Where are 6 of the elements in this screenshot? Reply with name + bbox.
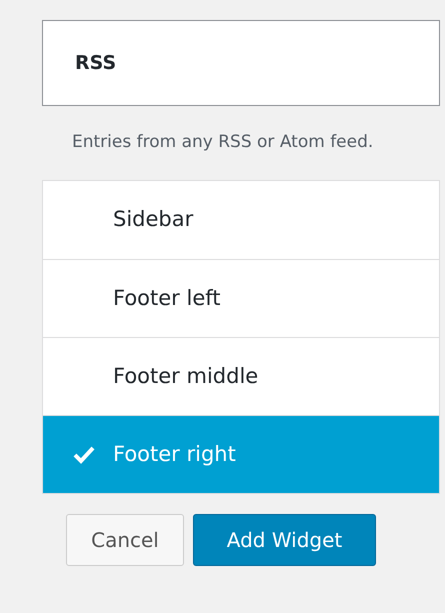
checkmark-icon [73,444,95,464]
widget-title: RSS [75,50,116,76]
widget-title-bar[interactable]: RSS [42,20,440,106]
cancel-button[interactable]: Cancel [66,514,184,566]
add-widget-button[interactable]: Add Widget [193,514,376,566]
widget-description: Entries from any RSS or Atom feed. [72,131,374,154]
